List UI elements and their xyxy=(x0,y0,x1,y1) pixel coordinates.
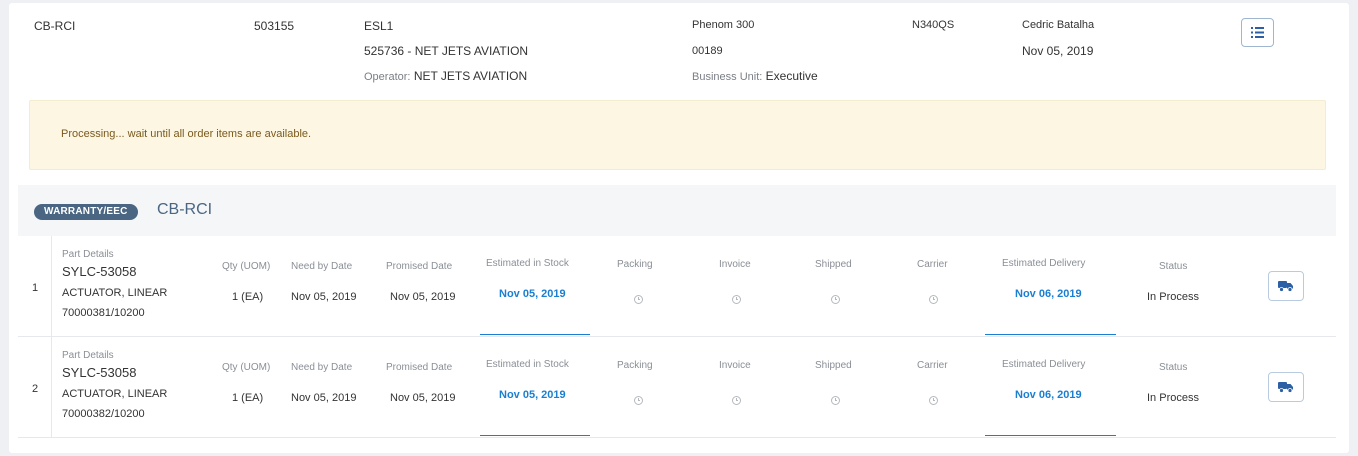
promised-label: Promised Date xyxy=(386,261,453,272)
track-shipment-button[interactable] xyxy=(1268,372,1304,402)
packing-clock-icon xyxy=(634,396,643,405)
est-delivery-underline xyxy=(985,435,1116,436)
est-delivery-label: Estimated Delivery xyxy=(1002,258,1086,269)
business-unit-value: Executive xyxy=(765,69,818,83)
part-number: SYLC-53058 xyxy=(62,264,137,279)
row-divider xyxy=(51,236,52,336)
est-stock-value[interactable]: Nov 05, 2019 xyxy=(499,389,566,401)
carrier-clock-icon xyxy=(929,396,938,405)
packing-label: Packing xyxy=(617,360,653,371)
part-reference: 70000381/10200 xyxy=(62,307,145,319)
qty-value: 1 (EA) xyxy=(232,291,264,303)
packing-clock-icon xyxy=(634,295,643,304)
processing-alert: Processing... wait until all order items… xyxy=(29,100,1326,170)
est-stock-underline xyxy=(480,435,590,436)
operator-label: Operator: xyxy=(364,71,411,83)
alert-message: Processing... wait until all order items… xyxy=(61,128,312,140)
carrier-label: Carrier xyxy=(917,360,948,371)
truck-icon xyxy=(1278,382,1293,393)
table-row: 1 Part Details SYLC-53058 ACTUATOR, LINE… xyxy=(18,236,1336,337)
est-stock-label: Estimated in Stock xyxy=(486,258,569,269)
section-title: CB-RCI xyxy=(157,201,213,218)
registration: N340QS xyxy=(912,19,955,31)
invoice-clock-icon xyxy=(732,396,741,405)
customer-code: ESL1 xyxy=(364,19,394,33)
row-divider xyxy=(51,337,52,437)
invoice-clock-icon xyxy=(732,295,741,304)
warranty-badge: WARRANTY/EEC xyxy=(34,204,138,220)
need-by-label: Need by Date xyxy=(291,362,353,373)
carrier-label: Carrier xyxy=(917,259,948,270)
shipped-label: Shipped xyxy=(815,360,852,371)
est-delivery-underline xyxy=(985,334,1116,335)
packing-label: Packing xyxy=(617,259,653,270)
table-row: 2 Part Details SYLC-53058 ACTUATOR, LINE… xyxy=(18,337,1336,438)
business-unit: Business Unit: Executive xyxy=(692,69,818,83)
est-stock-value[interactable]: Nov 05, 2019 xyxy=(499,288,566,300)
status-value: In Process xyxy=(1147,392,1199,404)
est-stock-label: Estimated in Stock xyxy=(486,359,569,370)
order-card: CB-RCI 503155 ESL1 525736 - NET JETS AVI… xyxy=(9,3,1349,453)
truck-icon xyxy=(1278,281,1293,292)
part-description: ACTUATOR, LINEAR xyxy=(62,388,168,400)
aircraft-model: Phenom 300 xyxy=(692,19,755,31)
qty-value: 1 (EA) xyxy=(232,392,264,404)
est-delivery-value[interactable]: Nov 06, 2019 xyxy=(1015,389,1082,401)
est-delivery-label: Estimated Delivery xyxy=(1002,359,1086,370)
row-index: 2 xyxy=(32,383,39,395)
order-date: Nov 05, 2019 xyxy=(1022,44,1094,58)
order-number: 503155 xyxy=(254,19,295,33)
promised-value: Nov 05, 2019 xyxy=(390,291,456,303)
row-index: 1 xyxy=(32,282,39,294)
part-details-label: Part Details xyxy=(62,350,114,361)
need-by-value: Nov 05, 2019 xyxy=(291,291,357,303)
order-menu-button[interactable] xyxy=(1241,18,1274,47)
est-stock-underline xyxy=(480,334,590,335)
part-reference: 70000382/10200 xyxy=(62,408,145,420)
operator: Operator: NET JETS AVIATION xyxy=(364,69,527,83)
est-delivery-value[interactable]: Nov 06, 2019 xyxy=(1015,288,1082,300)
shipped-clock-icon xyxy=(831,295,840,304)
business-unit-label: Business Unit: xyxy=(692,71,763,83)
shipped-clock-icon xyxy=(831,396,840,405)
status-label: Status xyxy=(1159,261,1188,272)
need-by-value: Nov 05, 2019 xyxy=(291,392,357,404)
qty-label: Qty (UOM) xyxy=(222,362,271,373)
promised-value: Nov 05, 2019 xyxy=(390,392,456,404)
need-by-label: Need by Date xyxy=(291,261,353,272)
part-details-label: Part Details xyxy=(62,249,114,260)
aircraft-serial: 00189 xyxy=(692,45,723,57)
status-label: Status xyxy=(1159,362,1188,373)
qty-label: Qty (UOM) xyxy=(222,261,271,272)
list-icon xyxy=(1251,27,1264,38)
status-value: In Process xyxy=(1147,291,1199,303)
part-description: ACTUATOR, LINEAR xyxy=(62,287,168,299)
customer-name: 525736 - NET JETS AVIATION xyxy=(364,44,529,58)
requester: Cedric Batalha xyxy=(1022,19,1095,31)
operator-value: NET JETS AVIATION xyxy=(413,69,528,83)
carrier-clock-icon xyxy=(929,295,938,304)
promised-label: Promised Date xyxy=(386,362,453,373)
part-number: SYLC-53058 xyxy=(62,365,137,380)
order-code: CB-RCI xyxy=(34,19,76,33)
invoice-label: Invoice xyxy=(719,259,751,270)
invoice-label: Invoice xyxy=(719,360,751,371)
section-header: WARRANTY/EEC CB-RCI xyxy=(18,185,1336,237)
track-shipment-button[interactable] xyxy=(1268,271,1304,301)
shipped-label: Shipped xyxy=(815,259,852,270)
